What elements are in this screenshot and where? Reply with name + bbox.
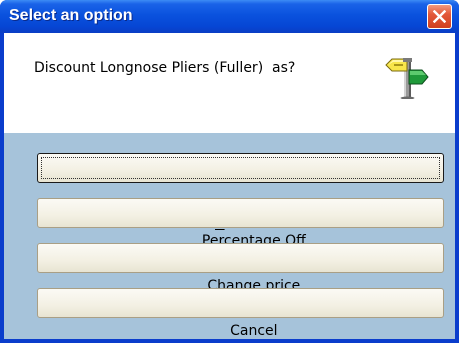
amount-off-button[interactable]: Amount off (37, 153, 444, 232)
percentage-off-button[interactable]: Percentage Off (37, 198, 444, 249)
close-button[interactable] (427, 4, 452, 29)
close-x-icon (433, 10, 446, 23)
window-title: Select an option (9, 7, 133, 24)
signpost-icon (385, 58, 429, 99)
dialog-body: Discount Longnose Pliers (Fuller) as? Pe… (4, 33, 455, 339)
title-bar[interactable]: Select an option (0, 0, 459, 33)
change-price-button[interactable]: Change price (37, 243, 444, 294)
cancel-button[interactable]: Cancel (37, 288, 444, 339)
message-area: Discount Longnose Pliers (Fuller) as? (4, 33, 455, 133)
prompt-text: Discount Longnose Pliers (Fuller) as? (34, 60, 296, 76)
dialog-window: Select an option Discount Longnose Plier… (0, 0, 459, 343)
cancel-label: Cancel (230, 323, 278, 339)
focus-ring (41, 157, 440, 179)
